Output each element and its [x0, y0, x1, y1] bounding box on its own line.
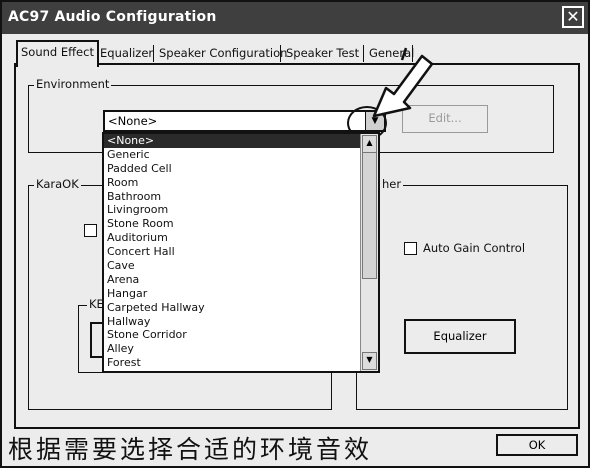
karaok-checkbox[interactable]	[84, 224, 97, 237]
list-item[interactable]: Concert Hall	[104, 245, 378, 259]
list-item[interactable]: Livingroom	[104, 203, 378, 217]
auto-gain-checkbox[interactable]	[404, 242, 417, 255]
list-item[interactable]: Arena	[104, 273, 378, 287]
auto-gain-label: Auto Gain Control	[423, 241, 526, 255]
list-item[interactable]: Auditorium	[104, 231, 378, 245]
arrow-pointer-icon	[372, 47, 434, 118]
close-icon: ✕	[566, 7, 580, 26]
list-item[interactable]: Bathroom	[104, 190, 378, 204]
environment-select[interactable]: <None> ▼	[103, 110, 386, 132]
close-button[interactable]: ✕	[562, 6, 584, 28]
list-item[interactable]: <None>	[104, 134, 363, 148]
tab-equalizer[interactable]: Equalizer	[97, 43, 156, 65]
tab-sound-effect[interactable]: Sound Effect	[16, 40, 99, 67]
dropdown-scrollbar[interactable]: ▲ ▼	[360, 134, 378, 371]
caption-text: 根据需要选择合适的环境音效	[8, 435, 373, 464]
tab-separator	[153, 45, 154, 62]
other-group	[356, 185, 568, 410]
scroll-down-icon[interactable]: ▼	[362, 352, 377, 370]
list-item[interactable]: Stone Room	[104, 217, 378, 231]
list-item[interactable]: Hangar	[104, 287, 378, 301]
list-item[interactable]: Carpeted Hallway	[104, 301, 378, 315]
scroll-up-icon[interactable]: ▲	[362, 135, 377, 153]
tab-speaker-test[interactable]: Speaker Test	[283, 43, 362, 65]
tab-speaker-configuration[interactable]: Speaker Configuration	[156, 43, 290, 65]
scroll-thumb[interactable]	[362, 152, 377, 279]
list-item[interactable]: Stone Corridor	[104, 328, 378, 342]
environment-dropdown-list[interactable]: <None> Generic Padded Cell Room Bathroom Livi…	[102, 132, 380, 373]
environment-group-label: Environment	[34, 77, 112, 91]
other-group-label: her	[380, 177, 404, 191]
dialog-window: AC97 Audio Configuration ✕ Sound Effect …	[0, 0, 590, 468]
list-item[interactable]: Forest	[104, 356, 378, 370]
list-item[interactable]: Room	[104, 176, 378, 190]
window-title: AC97 Audio Configuration	[8, 9, 217, 25]
list-item[interactable]: Alley	[104, 342, 378, 356]
environment-select-value: <None>	[108, 114, 158, 128]
list-item[interactable]: Hallway	[104, 315, 378, 329]
equalizer-button[interactable]: Equalizer	[404, 319, 516, 354]
ok-button[interactable]: OK	[496, 434, 578, 456]
karaok-group-label: KaraOK	[34, 177, 81, 191]
tab-separator	[280, 45, 281, 62]
list-item[interactable]: Cave	[104, 259, 378, 273]
list-item[interactable]: Padded Cell	[104, 162, 378, 176]
list-item[interactable]: Generic	[104, 148, 378, 162]
title-bar: AC97 Audio Configuration ✕	[2, 2, 588, 34]
